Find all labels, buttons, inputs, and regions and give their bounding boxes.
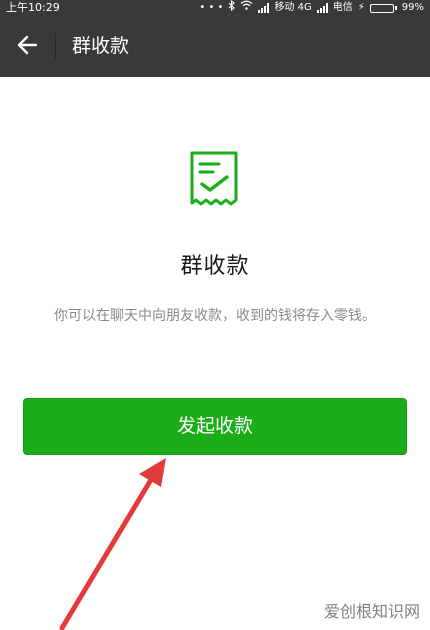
battery-percent: 99% — [401, 2, 424, 13]
back-arrow-icon — [16, 35, 38, 59]
signal-icon-2 — [316, 3, 328, 13]
battery-icon — [369, 3, 397, 13]
carrier-2: 电信 — [332, 2, 353, 13]
carrier-1: 移动 4G — [274, 2, 312, 13]
back-button[interactable] — [10, 30, 44, 64]
status-time: 上午10:29 — [6, 1, 60, 14]
feature-heading: 群收款 — [180, 254, 250, 279]
status-indicators: • • • 移动 4G 电信 ⚡ 99% — [199, 0, 424, 16]
page-title: 群收款 — [72, 35, 130, 57]
wifi-icon — [240, 0, 253, 16]
notification-dots: • • • — [199, 2, 224, 13]
bluetooth-icon — [228, 0, 236, 17]
signal-icon-1 — [258, 3, 270, 13]
charging-icon: ⚡ — [357, 2, 365, 13]
start-collection-button[interactable]: 发起收款 — [23, 398, 407, 455]
screen: 上午10:29 • • • 移动 4G 电信 ⚡ 99% 群收款 群收款 你可以… — [0, 0, 430, 630]
nav-divider — [55, 34, 56, 60]
receipt-check-icon — [189, 150, 239, 206]
nav-bar: 群收款 — [0, 16, 430, 77]
status-bar: 上午10:29 • • • 移动 4G 电信 ⚡ 99% — [0, 0, 430, 16]
feature-description: 你可以在聊天中向朋友收款，收到的钱将存入零钱。 — [54, 308, 376, 324]
watermark-text: 爱创根知识网 — [323, 602, 420, 621]
